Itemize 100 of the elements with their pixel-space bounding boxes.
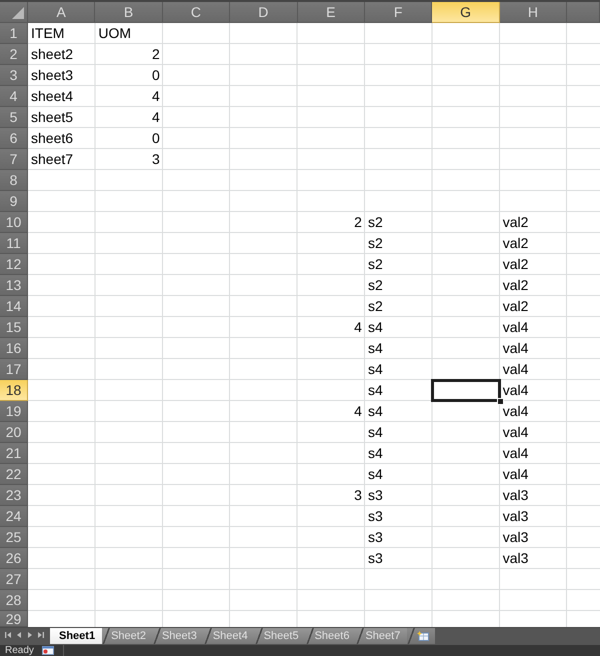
row-header[interactable]: 11 [0,233,28,254]
table-cell[interactable]: s4 [364,443,432,464]
row-header[interactable]: 29 [0,611,28,627]
table-cell[interactable]: s2 [364,233,432,254]
row-header[interactable]: 25 [0,527,28,548]
table-cell[interactable]: val4 [500,401,568,422]
table-cell[interactable]: sheet5 [28,107,96,128]
scroll-left-icon[interactable] [16,632,22,638]
row-header[interactable]: 16 [0,338,28,359]
row-header[interactable]: 23 [0,485,28,506]
column-header[interactable]: F [364,2,432,23]
row-header[interactable]: 13 [0,275,28,296]
table-cell[interactable]: val2 [500,275,568,296]
table-cell[interactable]: s4 [364,317,432,338]
table-cell[interactable]: s2 [364,275,432,296]
table-cell[interactable]: val4 [500,359,568,380]
row-header[interactable]: 17 [0,359,28,380]
row-header[interactable]: 5 [0,107,28,128]
column-header[interactable]: B [95,2,163,23]
table-cell[interactable]: s4 [364,464,432,485]
row-header[interactable]: 21 [0,443,28,464]
table-cell[interactable]: 4 [95,86,163,107]
row-header[interactable]: 1 [0,23,28,44]
column-header[interactable]: G [432,2,500,23]
row-header[interactable]: 6 [0,128,28,149]
row-header[interactable]: 19 [0,401,28,422]
row-header[interactable]: 26 [0,548,28,569]
status-text: Ready [4,645,35,656]
table-cell[interactable]: sheet2 [28,44,96,65]
row-header[interactable]: 10 [0,212,28,233]
table-cell[interactable]: val3 [500,506,568,527]
table-cell[interactable]: 0 [95,128,163,149]
select-all-button[interactable] [0,2,28,23]
row-header[interactable]: 18 [0,380,28,401]
table-cell[interactable]: 2 [95,44,163,65]
scroll-first-icon[interactable] [5,632,11,638]
row-header[interactable]: 14 [0,296,28,317]
table-cell[interactable]: val2 [500,233,568,254]
insert-sheet-tab[interactable] [407,628,436,644]
table-cell[interactable]: 2 [298,212,365,233]
table-cell[interactable]: val2 [500,254,568,275]
table-cell[interactable]: sheet7 [28,149,96,170]
table-cell[interactable]: s2 [364,296,432,317]
row-header[interactable]: 8 [0,170,28,191]
row-header[interactable]: 24 [0,506,28,527]
table-cell[interactable]: 4 [298,401,365,422]
table-cell[interactable]: val4 [500,464,568,485]
table-cell[interactable]: s3 [364,527,432,548]
column-header[interactable]: E [298,2,365,23]
triangle-icon [12,7,24,19]
table-cell[interactable]: s4 [364,359,432,380]
table-cell[interactable]: val4 [500,338,568,359]
row-header[interactable]: 7 [0,149,28,170]
table-cell[interactable]: val3 [500,548,568,569]
row-header[interactable]: 15 [0,317,28,338]
table-cell[interactable]: sheet4 [28,86,96,107]
row-header[interactable]: 12 [0,254,28,275]
row-header[interactable]: 4 [0,86,28,107]
table-cell[interactable]: s2 [364,254,432,275]
scroll-last-icon[interactable] [38,632,44,638]
table-cell[interactable]: sheet6 [28,128,96,149]
table-cell[interactable]: sheet3 [28,65,96,86]
row-header[interactable]: 27 [0,569,28,590]
table-cell[interactable]: 4 [95,107,163,128]
row-header[interactable]: 22 [0,464,28,485]
table-cell[interactable]: val4 [500,422,568,443]
table-cell[interactable]: val2 [500,212,568,233]
table-cell[interactable]: val4 [500,443,568,464]
table-cell[interactable]: s3 [364,485,432,506]
table-cell[interactable]: s3 [364,548,432,569]
table-cell[interactable]: val2 [500,296,568,317]
row-header[interactable]: 20 [0,422,28,443]
column-header[interactable]: C [162,2,230,23]
row-header[interactable]: 9 [0,191,28,212]
table-cell[interactable]: s4 [364,338,432,359]
column-header[interactable]: A [28,2,96,23]
table-cell[interactable]: s4 [364,401,432,422]
table-cell[interactable]: val3 [500,527,568,548]
table-cell[interactable]: s4 [364,380,432,401]
column-header[interactable]: D [230,2,298,23]
table-cell[interactable]: s3 [364,506,432,527]
table-cell[interactable]: ITEM [28,23,96,44]
row-header[interactable]: 28 [0,590,28,611]
table-cell[interactable]: 3 [298,485,365,506]
table-cell[interactable]: 4 [298,317,365,338]
table-cell[interactable]: s4 [364,422,432,443]
record-window-icon[interactable] [42,646,54,655]
table-cell[interactable]: 0 [95,65,163,86]
row-header[interactable]: 3 [0,65,28,86]
column-header[interactable]: H [500,2,568,23]
table-cell[interactable]: val4 [500,317,568,338]
row-header[interactable]: 2 [0,44,28,65]
fill-handle[interactable] [496,398,504,405]
table-cell[interactable]: val3 [500,485,568,506]
table-cell[interactable]: val4 [500,380,568,401]
table-cell[interactable]: s2 [364,212,432,233]
table-cell[interactable]: UOM [95,23,163,44]
sheet-tab[interactable]: Sheet1 [50,628,102,644]
table-cell[interactable]: 3 [95,149,163,170]
scroll-right-icon[interactable] [27,632,33,638]
